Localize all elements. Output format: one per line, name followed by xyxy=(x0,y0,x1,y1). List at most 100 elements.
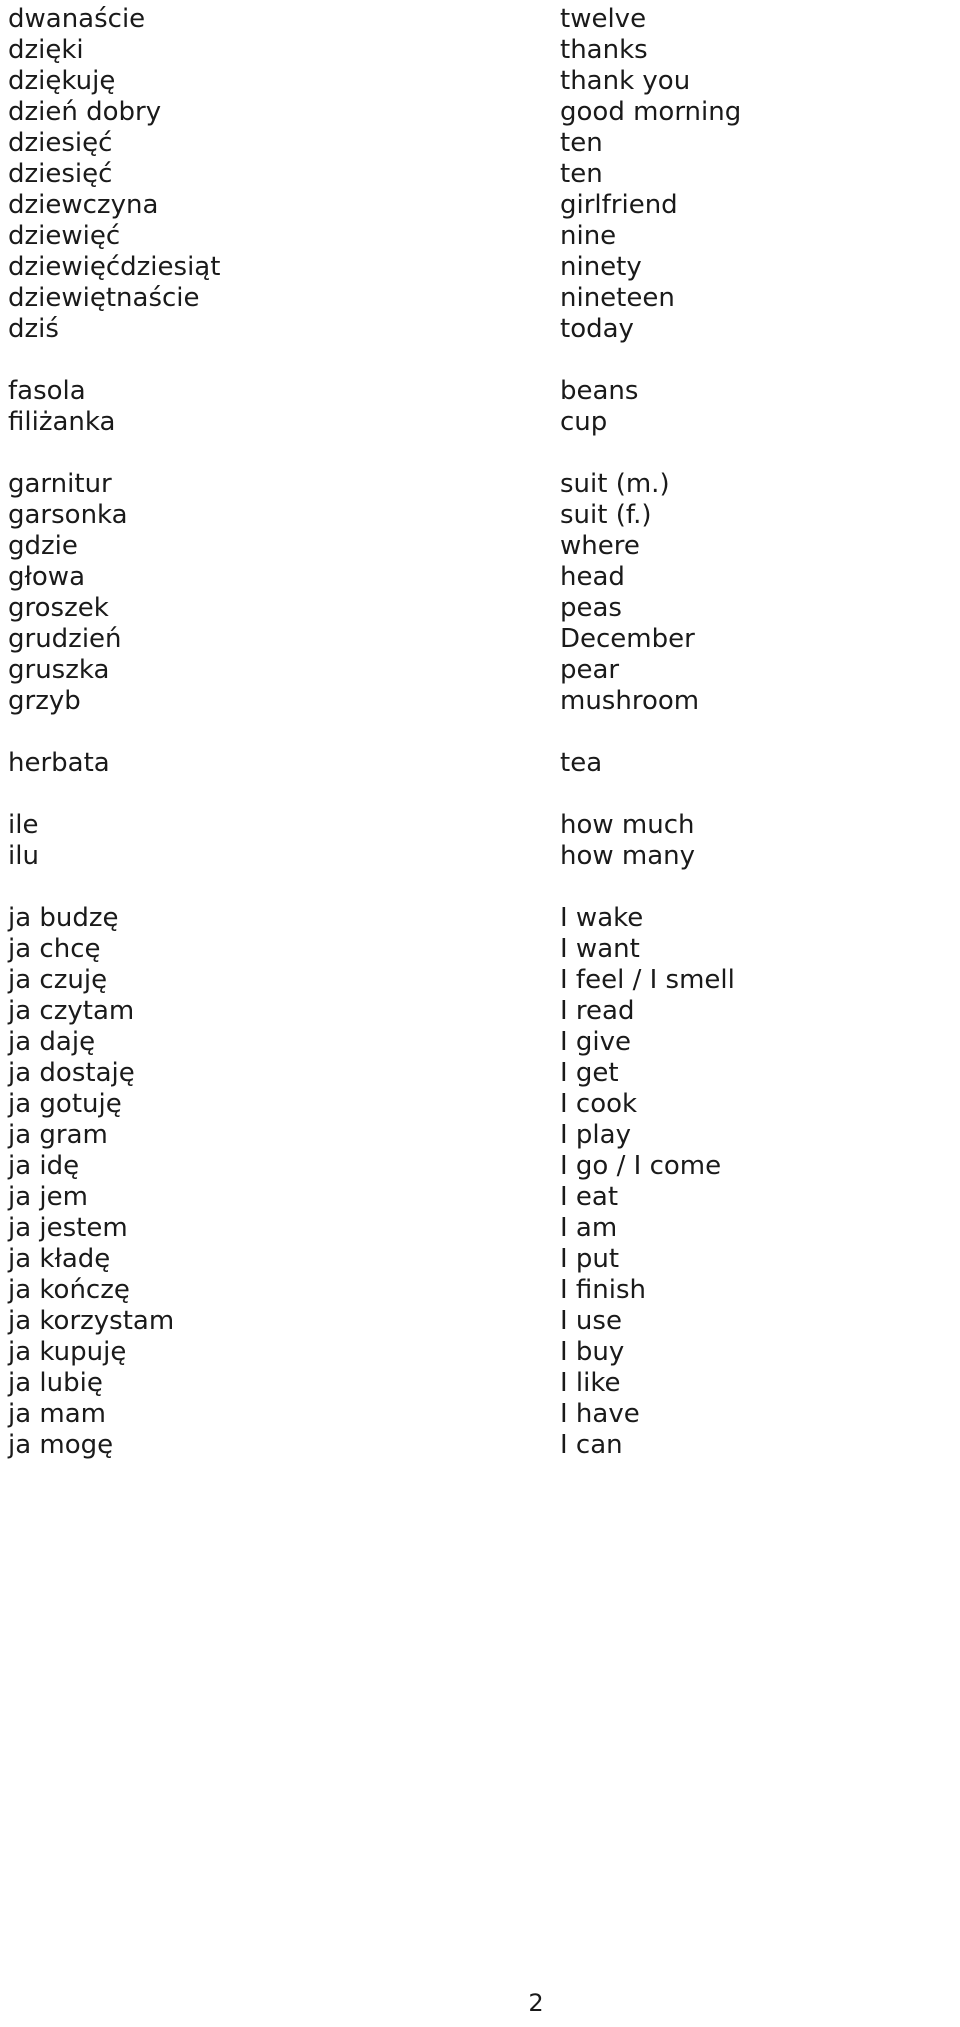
term-english: I can xyxy=(560,1430,623,1460)
term-english: pear xyxy=(560,655,620,685)
glossary-entry: ja budzę I wake xyxy=(8,903,952,934)
term-english: I am xyxy=(560,1213,618,1243)
glossary-entry: ja korzystam I use xyxy=(8,1306,952,1337)
glossary-entry: ja kupuję I buy xyxy=(8,1337,952,1368)
glossary-entry: ja gram I play xyxy=(8,1120,952,1151)
term-english: today xyxy=(560,314,634,344)
glossary-entry: głowa head xyxy=(8,562,952,593)
term-polish: ja mam xyxy=(8,1399,107,1429)
term-polish: ja gram xyxy=(8,1120,108,1150)
glossary-entry: ja jestem I am xyxy=(8,1213,952,1244)
glossary-entry: ja idę I go / I come xyxy=(8,1151,952,1182)
glossary-entry: ilu how many xyxy=(8,841,952,872)
term-english: thank you xyxy=(560,66,691,96)
glossary-entry: ja czytam I read xyxy=(8,996,952,1027)
glossary-group: fasola beans filiżanka cup xyxy=(8,376,952,438)
term-english: good morning xyxy=(560,97,742,127)
term-english: I give xyxy=(560,1027,632,1057)
term-english: cup xyxy=(560,407,608,437)
term-english: I finish xyxy=(560,1275,647,1305)
term-english: where xyxy=(560,531,640,561)
glossary-group: dwanaście twelve dzięki thanks dziękuję thank… xyxy=(8,4,952,345)
glossary-entry: ja gotuję I cook xyxy=(8,1089,952,1120)
glossary-group: garnitur suit (m.) garsonka suit (f.) gdzie w… xyxy=(8,469,952,717)
term-english: December xyxy=(560,624,695,654)
term-english: nineteen xyxy=(560,283,675,313)
glossary-entry: filiżanka cup xyxy=(8,407,952,438)
glossary-entry: fasola beans xyxy=(8,376,952,407)
term-english: suit (f.) xyxy=(560,500,652,530)
term-polish: ja czuję xyxy=(8,965,108,995)
glossary-group: herbata tea xyxy=(8,748,952,779)
term-polish: ja daję xyxy=(8,1027,96,1057)
term-polish: ja idę xyxy=(8,1151,80,1181)
term-english: I cook xyxy=(560,1089,638,1119)
term-english: head xyxy=(560,562,625,592)
term-polish: ja czytam xyxy=(8,996,135,1026)
term-english: ninety xyxy=(560,252,642,282)
term-english: I play xyxy=(560,1120,631,1150)
term-polish: dziewięćdziesiąt xyxy=(8,252,221,282)
term-english: I have xyxy=(560,1399,640,1429)
glossary-entry: dwanaście twelve xyxy=(8,4,952,35)
term-english: I like xyxy=(560,1368,621,1398)
term-polish: fasola xyxy=(8,376,86,406)
term-english: I go / I come xyxy=(560,1151,722,1181)
term-polish: ja kończę xyxy=(8,1275,130,1305)
glossary-entry: ja mam I have xyxy=(8,1399,952,1430)
glossary-entry: dziesięć ten xyxy=(8,159,952,190)
term-polish: dziesięć xyxy=(8,128,113,158)
term-english: how much xyxy=(560,810,695,840)
term-polish: ja jestem xyxy=(8,1213,128,1243)
term-polish: ja jem xyxy=(8,1182,88,1212)
glossary-entry: grzyb mushroom xyxy=(8,686,952,717)
term-polish: ja gotuję xyxy=(8,1089,122,1119)
document-page: dwanaście twelve dzięki thanks dziękuję thank… xyxy=(0,0,960,2027)
term-english: I feel / I smell xyxy=(560,965,735,995)
term-polish: filiżanka xyxy=(8,407,116,437)
term-polish: dzięki xyxy=(8,35,84,65)
term-english: ten xyxy=(560,128,603,158)
term-polish: herbata xyxy=(8,748,110,778)
term-english: tea xyxy=(560,748,603,778)
term-polish: ja mogę xyxy=(8,1430,114,1460)
glossary-entry: ja dostaję I get xyxy=(8,1058,952,1089)
glossary-entry: dziewiętnaście nineteen xyxy=(8,283,952,314)
term-english: I buy xyxy=(560,1337,625,1367)
glossary-entry: herbata tea xyxy=(8,748,952,779)
term-polish: gdzie xyxy=(8,531,78,561)
term-english: girlfriend xyxy=(560,190,678,220)
term-polish: groszek xyxy=(8,593,109,623)
glossary-entry: dzięki thanks xyxy=(8,35,952,66)
term-english: peas xyxy=(560,593,622,623)
term-polish: głowa xyxy=(8,562,85,592)
term-polish: dwanaście xyxy=(8,4,146,34)
glossary-group: ja budzę I wake ja chcę I want ja czuję I fee… xyxy=(8,903,952,1461)
term-polish: grudzień xyxy=(8,624,122,654)
glossary-entry: ja kładę I put xyxy=(8,1244,952,1275)
term-english: thanks xyxy=(560,35,648,65)
term-polish: dziękuję xyxy=(8,66,116,96)
glossary-entry: gruszka pear xyxy=(8,655,952,686)
glossary-entry: dziewięć nine xyxy=(8,221,952,252)
glossary-entry: ja mogę I can xyxy=(8,1430,952,1461)
term-english: ten xyxy=(560,159,603,189)
term-english: I get xyxy=(560,1058,619,1088)
term-polish: dziesięć xyxy=(8,159,113,189)
term-english: suit (m.) xyxy=(560,469,670,499)
term-english: beans xyxy=(560,376,639,406)
term-english: I wake xyxy=(560,903,644,933)
term-polish: ile xyxy=(8,810,39,840)
glossary-entry: ja jem I eat xyxy=(8,1182,952,1213)
glossary-entry: ja czuję I feel / I smell xyxy=(8,965,952,996)
term-polish: ja kładę xyxy=(8,1244,111,1274)
glossary-entry: garsonka suit (f.) xyxy=(8,500,952,531)
term-english: I eat xyxy=(560,1182,619,1212)
glossary-entry: groszek peas xyxy=(8,593,952,624)
term-polish: gruszka xyxy=(8,655,110,685)
term-polish: dziewięć xyxy=(8,221,121,251)
term-english: I put xyxy=(560,1244,620,1274)
page-number: 2 xyxy=(528,1989,544,2017)
glossary-entry: dziś today xyxy=(8,314,952,345)
glossary-entry: ja lubię I like xyxy=(8,1368,952,1399)
